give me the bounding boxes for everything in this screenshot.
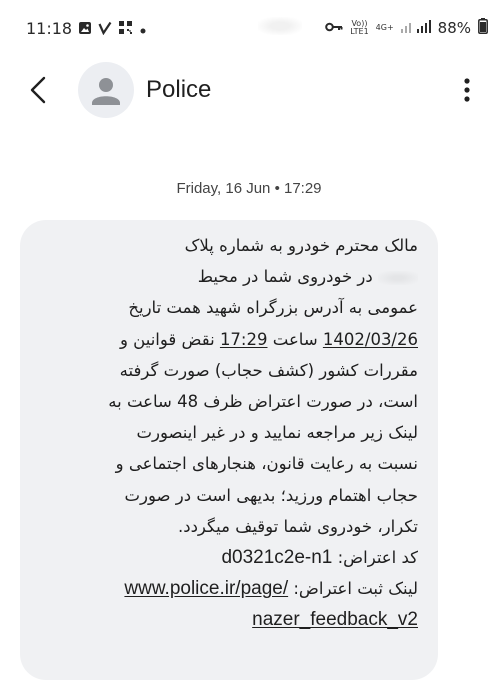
message-line: است، در صورت اعتراض ظرف 48 ساعت به: [38, 386, 418, 417]
message-line: لینک زیر مراجعه نمایید و در غیر اینصورت: [38, 417, 418, 448]
message-text-segment: در خودروی شما در محیط: [197, 267, 378, 287]
message-line: در خودروی شما در محیط: [38, 261, 418, 292]
back-button[interactable]: [18, 70, 58, 110]
qr-app-icon: [118, 20, 133, 39]
key-icon: [325, 19, 343, 37]
redacted-region: [258, 17, 302, 35]
message-line: nazer_feedback_v2: [38, 604, 418, 635]
status-left-icons: [78, 20, 147, 39]
message-text-segment: نقض قوانین و: [119, 329, 220, 349]
message-text-segment: عمومی به آدرس بزرگراه شهید همت تاریخ: [128, 298, 418, 318]
message-text-segment: حجاب اهتمام ورزید؛ بدیهی است در صورت: [124, 485, 419, 505]
objection-code-label: کد اعتراض:: [332, 547, 418, 567]
objection-link-label: لینک ثبت اعتراض:: [288, 579, 418, 599]
back-arrow-icon: [30, 76, 46, 104]
objection-link[interactable]: www.police.ir/page/: [124, 578, 288, 599]
message-text-segment: نسبت به رعایت قانون، هنجارهای اجتماعی و: [115, 454, 418, 474]
redacted-plate: [378, 270, 418, 285]
check-icon: [98, 20, 112, 39]
time-link[interactable]: 17:29: [220, 330, 268, 349]
objection-code: d0321c2e-n1: [221, 546, 333, 568]
person-icon: [92, 78, 120, 105]
message-text-segment: لینک زیر مراجعه نمایید و در غیر اینصورت: [136, 423, 418, 443]
message-line: حجاب اهتمام ورزید؛ بدیهی است در صورت: [38, 480, 419, 511]
signal-icon: [400, 19, 431, 37]
message-line: تکرار، خودروی شما توقیف میگردد.: [38, 511, 418, 542]
battery-percent: 88%: [437, 19, 471, 37]
message-line: لینک ثبت اعتراض: www.police.ir/page/: [38, 573, 418, 604]
more-options-button[interactable]: [454, 72, 480, 108]
message-text-segment: تکرار، خودروی شما توقیف میگردد.: [177, 516, 418, 536]
contact-name[interactable]: Police: [146, 76, 211, 104]
conversation-header: Police: [0, 56, 498, 126]
volte-icon: Vo)) LTE1: [350, 19, 369, 36]
message-line: نسبت به رعایت قانون، هنجارهای اجتماعی و: [38, 448, 418, 479]
message-line: مقررات کشور (کشف حجاب) صورت گرفته: [38, 355, 418, 386]
dot-icon: [139, 20, 147, 39]
objection-link-continued[interactable]: nazer_feedback_v2: [252, 609, 418, 630]
status-time: 11:18: [26, 19, 73, 38]
message-line: مالک محترم خودرو به شماره پلاک: [38, 230, 418, 261]
message-text-segment: مالک محترم خودرو به شماره پلاک: [184, 236, 418, 255]
message-line: 1402/03/26 ساعت 17:29 نقض قوانین و: [38, 324, 418, 355]
more-vertical-icon: [464, 78, 470, 102]
status-bar: 11:18 Vo)) LTE1 4G+ 88%: [0, 0, 498, 48]
message-text-segment: است، در صورت اعتراض ظرف 48 ساعت به: [108, 391, 418, 411]
date-separator: Friday, 16 Jun • 17:29: [176, 180, 322, 197]
message-text-segment: ساعت: [267, 329, 323, 349]
avatar[interactable]: [78, 62, 134, 118]
battery-icon: [478, 18, 488, 38]
gallery-icon: [78, 20, 92, 39]
message-line: کد اعتراض: d0321c2e-n1: [38, 542, 418, 573]
message-line: عمومی به آدرس بزرگراه شهید همت تاریخ: [38, 292, 418, 323]
date-link[interactable]: 1402/03/26: [323, 330, 418, 349]
status-right: Vo)) LTE1 4G+ 88%: [325, 18, 488, 38]
network-type-label: 4G+: [375, 23, 394, 32]
message-bubble[interactable]: مالک محترم خودرو به شماره پلاک در خودروی…: [20, 220, 438, 680]
message-text-segment: مقررات کشور (کشف حجاب) صورت گرفته: [119, 360, 418, 380]
message-body: مالک محترم خودرو به شماره پلاک در خودروی…: [38, 230, 418, 635]
